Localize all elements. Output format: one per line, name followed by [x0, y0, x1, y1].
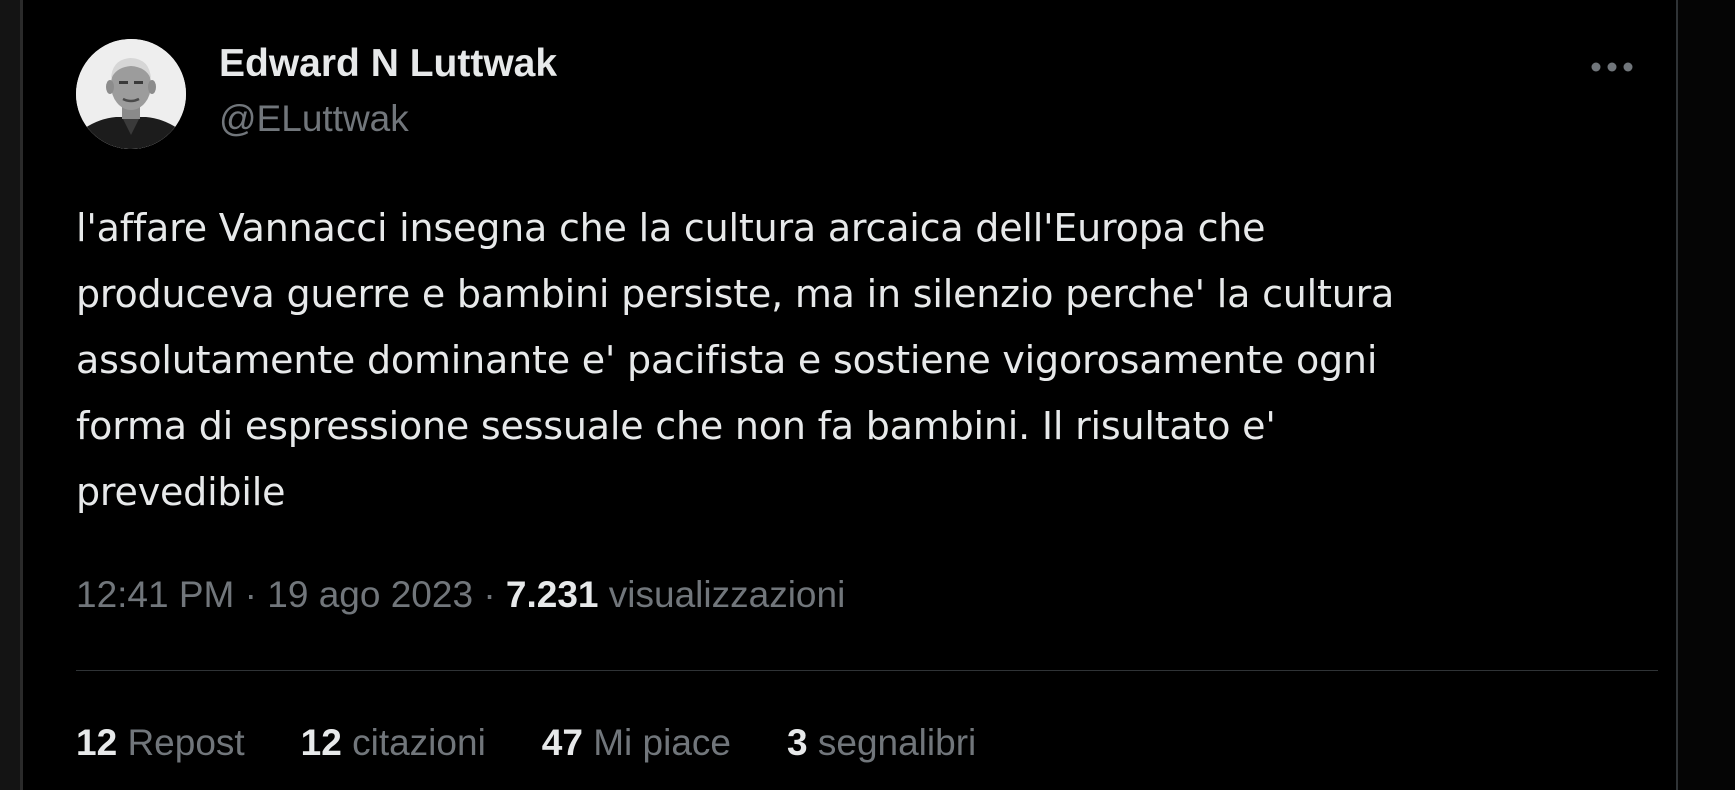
screenshot-frame: Edward N Luttwak @ELuttwak l'affare Vann…	[0, 0, 1735, 790]
right-panel-edge	[1678, 0, 1735, 790]
author-display-name[interactable]: Edward N Luttwak	[219, 42, 557, 86]
likes-count: 47	[541, 722, 583, 763]
more-horizontal-icon	[1591, 62, 1633, 72]
quotes-link[interactable]: 12 citazioni	[301, 722, 486, 764]
tweet-time[interactable]: 12:41 PM	[76, 574, 234, 615]
views-count: 7.231	[505, 574, 599, 615]
engagement-stats: 12 Repost 12 citazioni 47 Mi piace 3 seg…	[76, 722, 976, 764]
left-panel-border	[20, 0, 23, 790]
bookmarks-count: 3	[787, 722, 808, 763]
author-handle[interactable]: @ELuttwak	[219, 98, 409, 140]
divider	[76, 670, 1658, 671]
reposts-link[interactable]: 12 Repost	[76, 722, 245, 764]
tweet-card: Edward N Luttwak @ELuttwak l'affare Vann…	[24, 0, 1676, 790]
quotes-count: 12	[300, 722, 342, 763]
avatar[interactable]	[76, 39, 186, 149]
tweet-text: l'affare Vannacci insegna che la cultura…	[76, 206, 1395, 514]
likes-link[interactable]: 47 Mi piace	[542, 722, 731, 764]
views-label: visualizzazioni	[608, 574, 846, 615]
likes-label: Mi piace	[593, 722, 732, 763]
bookmarks-label: segnalibri	[817, 722, 977, 763]
tweet-date[interactable]: 19 ago 2023	[267, 574, 473, 615]
reposts-count: 12	[76, 722, 118, 763]
tweet-meta: 12:41 PM · 19 ago 2023 · 7.231 visualizz…	[76, 574, 845, 616]
more-options-button[interactable]	[1584, 50, 1640, 84]
meta-separator: ·	[483, 574, 496, 615]
meta-separator: ·	[244, 574, 257, 615]
bookmarks-link[interactable]: 3 segnalibri	[787, 722, 976, 764]
left-panel-edge	[0, 0, 20, 790]
profile-photo-avatar-icon	[76, 39, 186, 149]
reposts-label: Repost	[127, 722, 245, 763]
quotes-label: citazioni	[352, 722, 486, 763]
